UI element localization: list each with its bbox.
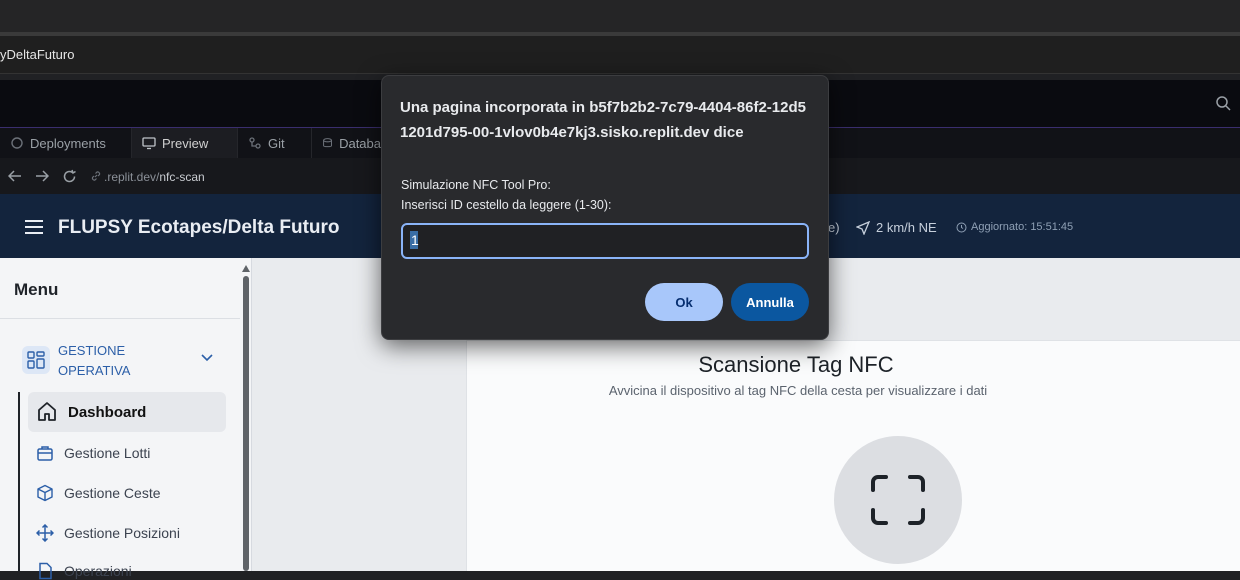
- hamburger-menu-icon[interactable]: [24, 219, 44, 235]
- sidebar-item-dashboard-content[interactable]: Dashboard: [36, 401, 146, 423]
- cestello-id-input[interactable]: [401, 223, 809, 259]
- dialog-message-line-2: Inserisci ID cestello da leggere (1-30):: [401, 198, 612, 212]
- sidebar-item-operazioni[interactable]: Operazioni: [36, 562, 132, 580]
- tab-deployments[interactable]: Deployments: [0, 128, 132, 158]
- updated-text: Aggiornato: 15:51:45: [971, 221, 1074, 233]
- last-updated: Aggiornato: 15:51:45: [956, 221, 1073, 233]
- monitor-icon: [142, 137, 156, 150]
- dialog-message-line-1: Simulazione NFC Tool Pro:: [401, 178, 551, 192]
- scan-title: Scansione Tag NFC: [698, 352, 894, 377]
- git-icon: [249, 137, 261, 149]
- scan-subtitle: Avvicina il dispositivo al tag NFC della…: [608, 383, 988, 398]
- search-icon[interactable]: [1215, 95, 1231, 111]
- menu-title: Menu: [14, 280, 59, 299]
- tab-label: Git: [268, 135, 285, 151]
- tab-label: Preview: [162, 135, 209, 151]
- sidebar-item-label: Gestione Lotti: [64, 445, 151, 461]
- database-icon: [323, 138, 333, 148]
- navigation-icon: [856, 220, 870, 235]
- forward-arrow-icon[interactable]: [35, 170, 49, 182]
- sidebar-item-gestione-posizioni[interactable]: Gestione Posizioni: [36, 524, 180, 542]
- menu-divider: [0, 318, 240, 319]
- scan-frame-icon: [871, 475, 925, 525]
- tab-database[interactable]: Databa: [312, 128, 392, 158]
- dialog-title: Una pagina incorporata in b5f7b2b2-7c79-…: [400, 99, 806, 141]
- tab-label: Databa: [339, 135, 381, 151]
- sidebar-scrollbar[interactable]: [241, 262, 251, 571]
- move-icon: [36, 524, 54, 542]
- weather-text: e): [828, 220, 840, 235]
- back-arrow-icon[interactable]: [8, 170, 22, 182]
- browser-top-strip: [0, 0, 1240, 32]
- sidebar-item-label: Gestione Posizioni: [64, 525, 180, 541]
- tab-preview[interactable]: Preview: [132, 128, 238, 158]
- preview-url[interactable]: .replit.dev/nfc-scan: [104, 170, 205, 184]
- browser-tab-bar: [0, 36, 1240, 74]
- tab-label: Deployments: [30, 135, 106, 151]
- sidebar-item-gestione-lotti[interactable]: Gestione Lotti: [36, 444, 150, 462]
- grid-icon: [22, 346, 50, 374]
- tab-git[interactable]: Git: [238, 128, 312, 158]
- wind-info: 2 km/h NE: [856, 220, 937, 235]
- browser-tab-title[interactable]: yDeltaFuturo: [0, 47, 74, 62]
- box-icon: [37, 484, 53, 502]
- briefcase-icon: [37, 446, 53, 461]
- reload-icon[interactable]: [62, 169, 77, 184]
- chevron-down-icon[interactable]: [201, 354, 213, 362]
- home-icon: [38, 402, 56, 421]
- clock-icon: [956, 222, 967, 232]
- link-icon: [91, 171, 101, 181]
- ok-button[interactable]: Ok: [645, 283, 723, 321]
- wind-text: 2 km/h NE: [876, 220, 937, 235]
- file-icon: [39, 562, 52, 580]
- sidebar-item-label: Gestione Ceste: [64, 485, 161, 501]
- tree-line: [18, 392, 20, 571]
- cancel-button[interactable]: Annulla: [731, 283, 809, 321]
- app-title: FLUPSY Ecotapes/Delta Futuro: [58, 217, 340, 238]
- deployments-icon: [11, 137, 23, 149]
- url-prefix: .replit.dev/: [104, 170, 160, 184]
- sidebar-item-label: Operazioni: [64, 563, 132, 579]
- input-value: 1: [411, 232, 419, 248]
- sidebar-item-label: Dashboard: [68, 403, 147, 421]
- url-path: nfc-scan: [159, 170, 205, 184]
- sidebar-group-gestione-operativa[interactable]: GESTIONE OPERATIVA: [58, 341, 178, 381]
- sidebar-item-gestione-ceste[interactable]: Gestione Ceste: [36, 484, 161, 502]
